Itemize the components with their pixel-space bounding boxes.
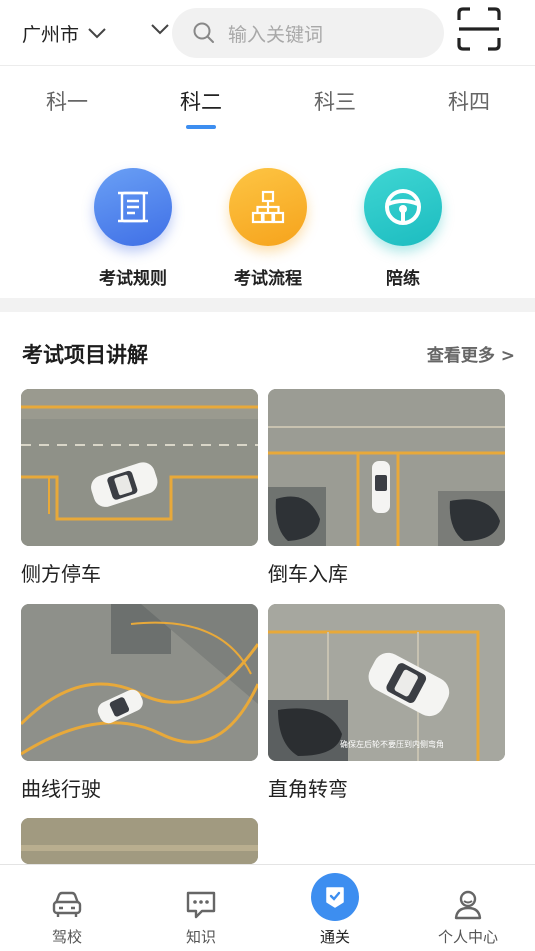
view-more-link[interactable]: 查看更多 > <box>427 341 515 366</box>
subject-tabs: 科一 科二 科三 科四 <box>0 66 535 136</box>
tab-subject-2[interactable]: 科二 <box>156 86 246 116</box>
search-input[interactable]: 输入关键词 <box>172 8 444 58</box>
check-shield-icon <box>311 873 359 921</box>
bottom-nav: 驾校 知识 通关 个人中心 <box>0 864 535 951</box>
video-thumbnail <box>21 818 258 864</box>
video-card[interactable]: 确保左后轮不要压到内侧弯角 直角转弯 <box>268 604 505 802</box>
video-card[interactable]: 侧方停车 <box>21 389 258 587</box>
nav-label: 驾校 <box>51 928 82 946</box>
practice-label: 陪练 <box>386 269 420 289</box>
video-title: 曲线行驶 <box>21 777 101 801</box>
search-placeholder: 输入关键词 <box>228 23 324 46</box>
scroll-icon <box>94 168 172 246</box>
tab-subject-3[interactable]: 科三 <box>290 86 380 116</box>
video-title: 侧方停车 <box>21 562 101 586</box>
nav-label: 个人中心 <box>437 928 498 946</box>
video-title: 倒车入库 <box>268 562 348 586</box>
video-card[interactable]: 曲线行驶 <box>21 604 258 802</box>
video-thumbnail <box>268 389 505 546</box>
section-divider <box>0 298 535 312</box>
tab-subject-4[interactable]: 科四 <box>424 86 514 116</box>
video-title: 直角转弯 <box>268 777 348 801</box>
exam-process-entry[interactable]: 考试流程 <box>213 168 323 289</box>
exam-process-label: 考试流程 <box>234 269 302 289</box>
nav-label: 通关 <box>319 928 350 946</box>
user-icon <box>454 890 482 920</box>
nav-personal-center[interactable]: 个人中心 <box>401 865 535 951</box>
car-icon <box>52 891 82 917</box>
nav-label: 知识 <box>185 928 216 946</box>
nav-pass[interactable]: 通关 <box>268 865 402 951</box>
flowchart-icon <box>229 168 307 246</box>
exam-rules-entry[interactable]: 考试规则 <box>78 168 188 289</box>
section-title: 考试项目讲解 <box>22 343 148 367</box>
chevron-down-icon[interactable] <box>150 22 170 36</box>
top-header: 广州市 输入关键词 <box>0 0 535 66</box>
search-icon <box>193 22 214 43</box>
scan-icon[interactable] <box>456 6 502 52</box>
video-thumbnail: 确保左后轮不要压到内侧弯角 <box>268 604 505 761</box>
steering-wheel-icon <box>364 168 442 246</box>
chevron-down-icon <box>88 28 106 39</box>
active-tab-indicator <box>186 125 216 129</box>
video-overlay-caption: 确保左后轮不要压到内侧弯角 <box>340 739 444 749</box>
video-thumbnail <box>21 604 258 761</box>
video-thumbnail <box>21 389 258 546</box>
tab-subject-1[interactable]: 科一 <box>22 86 112 116</box>
chat-icon <box>186 891 216 919</box>
quick-entries: 考试规则 考试流程 陪练 <box>0 160 535 298</box>
city-selector[interactable]: 广州市 <box>22 18 107 48</box>
nav-driving-school[interactable]: 驾校 <box>0 865 134 951</box>
practice-entry[interactable]: 陪练 <box>348 168 458 289</box>
city-label: 广州市 <box>22 23 80 46</box>
video-card[interactable]: 倒车入库 <box>268 389 505 587</box>
exam-rules-label: 考试规则 <box>99 269 167 289</box>
nav-knowledge[interactable]: 知识 <box>134 865 268 951</box>
